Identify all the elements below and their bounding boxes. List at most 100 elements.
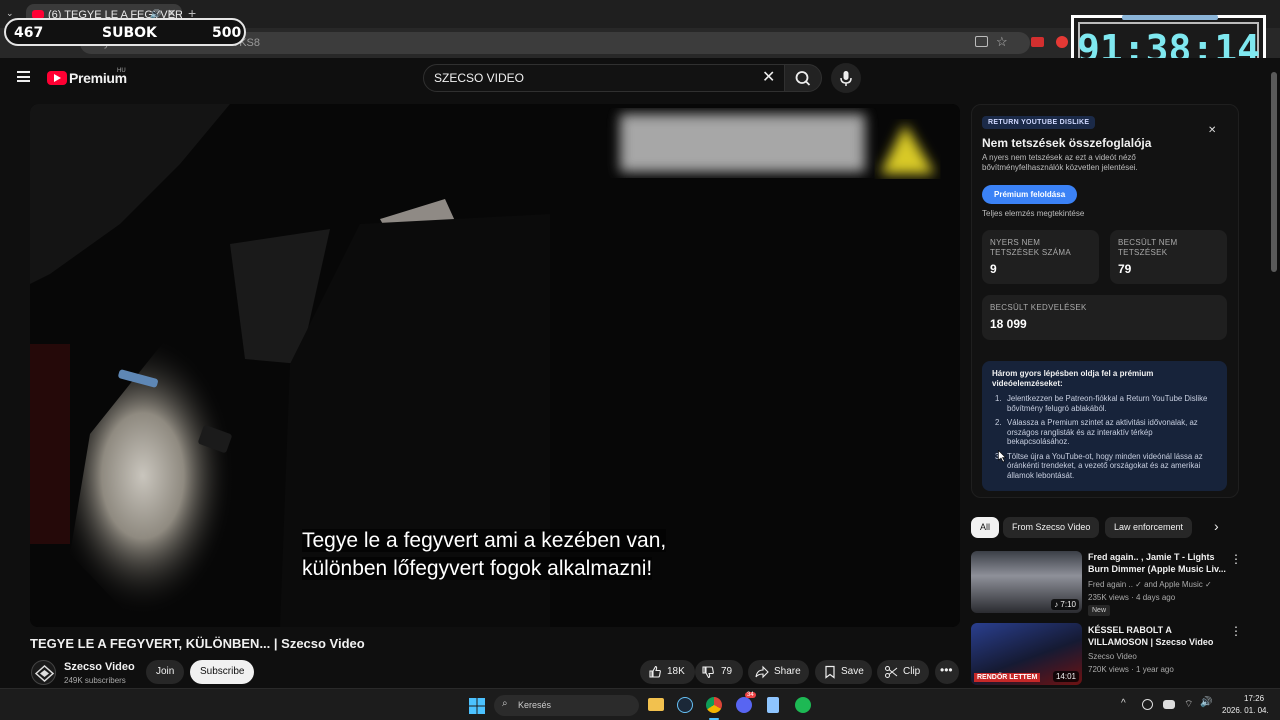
recommendation-meta-1: 235K views · 4 days ago xyxy=(1088,593,1176,602)
ryd-close-icon[interactable]: ✕ xyxy=(1208,125,1216,136)
more-actions-button[interactable]: ••• xyxy=(935,660,959,684)
os-taskbar: ⌕ Keresés 34 ^ ⌔ 🔊 17:26 2026. 01. 04. xyxy=(0,688,1280,720)
recommendation-thumbnail-1[interactable]: ♪ 7:10 xyxy=(971,551,1082,613)
voice-search-button[interactable] xyxy=(831,63,861,93)
clip-button[interactable]: Clip xyxy=(877,660,929,684)
bookmark-icon xyxy=(825,665,835,679)
new-badge: New xyxy=(1088,605,1111,616)
channel-name[interactable]: Szecso Video xyxy=(64,661,135,673)
premium-unlock-button[interactable]: Prémium feloldása xyxy=(982,185,1078,204)
more-horizontal-icon: ••• xyxy=(940,663,953,677)
page-scrollbar[interactable] xyxy=(1271,62,1277,688)
dislike-summary-panel: RETURN YOUTUBE DISLIKE ✕ Nem tetszések ö… xyxy=(971,104,1239,498)
dislike-button[interactable]: 79 xyxy=(695,660,743,684)
duration-text: 7:10 xyxy=(1060,600,1076,609)
video-subtitles: Tegye le a fegyvert ami a kezében van, k… xyxy=(302,527,692,583)
chip-from-channel[interactable]: From Szecso Video xyxy=(1003,517,1100,538)
menu-hamburger-icon[interactable] xyxy=(17,71,30,82)
recommendation-title-1[interactable]: Fred again.. , Jamie T - Lights Burn Dim… xyxy=(1088,551,1228,575)
install-app-icon[interactable] xyxy=(975,36,988,47)
dislike-count: 79 xyxy=(721,666,733,677)
subtitle-line-2: különben lőfegyvert fogok alkalmazni! xyxy=(302,557,653,580)
tray-chevron-icon[interactable]: ^ xyxy=(1121,698,1126,709)
subtitle-line-1: Tegye le a fegyvert ami a kezében van, xyxy=(302,529,667,552)
timer-top-bar xyxy=(1122,15,1218,20)
est-dislikes-card: BECSÜLT NEM TETSZÉSEK 79 xyxy=(1110,230,1227,284)
search-clear-icon[interactable]: ✕ xyxy=(762,67,775,87)
recommendation-meta-2: 720K views · 1 year ago xyxy=(1088,665,1174,674)
search-icon: ⌕ xyxy=(502,698,508,709)
sub-count-current: 467 xyxy=(14,25,44,41)
search-input[interactable]: SZECSO VIDEO xyxy=(423,64,785,92)
bookmark-star-icon[interactable]: ☆ xyxy=(996,34,1008,50)
video-title: TEGYE LE A FEGYVERT, KÜLÖNBEN... | Szecs… xyxy=(30,636,365,651)
duration-badge: ♪ 7:10 xyxy=(1051,599,1079,610)
share-icon xyxy=(755,665,769,679)
chrome-icon[interactable] xyxy=(706,697,722,713)
clock-time[interactable]: 17:26 xyxy=(1244,694,1264,703)
spotify-icon[interactable] xyxy=(795,697,811,713)
search-value: SZECSO VIDEO xyxy=(434,71,525,85)
discord-icon[interactable]: 34 xyxy=(736,692,756,713)
save-label: Save xyxy=(841,666,864,677)
raw-dislikes-value: 9 xyxy=(990,262,997,276)
clock-date[interactable]: 2026. 01. 04. xyxy=(1222,706,1269,715)
duration-badge: 14:01 xyxy=(1052,671,1079,682)
recommendation-menu-icon[interactable]: ⋮ xyxy=(1230,624,1242,638)
recommendation-menu-icon[interactable]: ⋮ xyxy=(1230,552,1242,566)
sub-goal-label: SUBOK xyxy=(102,25,157,41)
taskbar-search-placeholder: Keresés xyxy=(518,700,552,710)
est-dislikes-value: 79 xyxy=(1118,262,1132,276)
channel-avatar[interactable] xyxy=(31,660,56,685)
tray-app-icon[interactable] xyxy=(1142,699,1153,710)
thumbs-up-icon xyxy=(649,665,661,678)
recommendation-channel-1[interactable]: Fred again .. ✓ and Apple Music ✓ xyxy=(1088,580,1212,589)
recommendation-thumbnail-2[interactable]: RENDŐR LETTEM 14:01 xyxy=(971,623,1082,685)
file-explorer-icon[interactable] xyxy=(648,698,664,711)
recommendation-title-2[interactable]: KÉSSEL RABOLT A VILLAMOSON | Szecso Vide… xyxy=(1088,624,1228,648)
extension-opera-icon[interactable] xyxy=(1056,36,1068,48)
est-likes-label: BECSÜLT KEDVELÉSEK xyxy=(990,303,1087,312)
ryd-badge: RETURN YOUTUBE DISLIKE xyxy=(982,116,1096,129)
search-button[interactable] xyxy=(784,64,822,92)
ryd-title: Nem tetszések összefoglalója xyxy=(982,136,1152,150)
save-button[interactable]: Save xyxy=(815,660,872,684)
full-analysis-link[interactable]: Teljes elemzés megtekintése xyxy=(982,209,1084,218)
tray-discord-icon[interactable] xyxy=(1163,700,1175,709)
est-dislikes-label: BECSÜLT NEM TETSZÉSEK xyxy=(1118,238,1178,257)
channel-logo-icon xyxy=(34,664,55,683)
est-likes-card: BECSÜLT KEDVELÉSEK 18 099 xyxy=(982,295,1227,340)
chips-next-chevron-icon[interactable]: › xyxy=(1214,518,1219,534)
steam-icon[interactable] xyxy=(677,697,693,713)
like-button[interactable]: 18K xyxy=(640,660,695,684)
raw-dislikes-label: NYERS NEM TETSZÉSEK SZÁMA xyxy=(990,238,1071,257)
raw-dislikes-card: NYERS NEM TETSZÉSEK SZÁMA 9 xyxy=(982,230,1099,284)
recommendation-channel-2[interactable]: Szecso Video xyxy=(1088,652,1137,661)
volume-icon[interactable]: 🔊 xyxy=(1200,697,1212,708)
clip-label: Clip xyxy=(903,666,921,677)
sub-goal-overlay: 467 SUBOK 500 xyxy=(4,18,246,46)
premium-steps-card: Három gyors lépésben oldja fel a prémium… xyxy=(982,361,1227,491)
step-3: Töltse újra a YouTube-ot, hogy minden vi… xyxy=(1007,451,1203,480)
discord-notification-badge: 34 xyxy=(745,692,756,698)
chip-law-enforcement[interactable]: Law enforcement xyxy=(1105,517,1193,538)
taskbar-search[interactable]: ⌕ Keresés xyxy=(494,695,639,716)
step-1: Jelentkezzen be Patreon-fiókkal a Return… xyxy=(1007,394,1208,413)
join-button[interactable]: Join xyxy=(146,660,185,684)
chip-all[interactable]: All xyxy=(971,517,1000,538)
network-icon[interactable]: ⌔ xyxy=(1184,698,1193,711)
scissors-icon xyxy=(885,666,898,678)
extension-red-icon[interactable] xyxy=(1031,37,1044,47)
mic-icon xyxy=(840,71,852,86)
notepad-icon[interactable] xyxy=(767,697,779,713)
windows-start-icon[interactable] xyxy=(469,698,485,714)
like-count: 18K xyxy=(667,666,685,677)
subscribe-button[interactable]: Subscribe xyxy=(190,660,255,684)
step-2: Válassza a Premium szintet az aktivitási… xyxy=(1007,418,1198,446)
youtube-play-icon xyxy=(47,71,67,85)
ryd-description: A nyers nem tetszések az ezt a videót né… xyxy=(982,153,1138,172)
thumbs-down-icon xyxy=(702,666,714,679)
thumbnail-caption: RENDŐR LETTEM xyxy=(974,673,1041,682)
scrollbar-thumb[interactable] xyxy=(1271,72,1277,272)
share-button[interactable]: Share xyxy=(748,660,809,684)
